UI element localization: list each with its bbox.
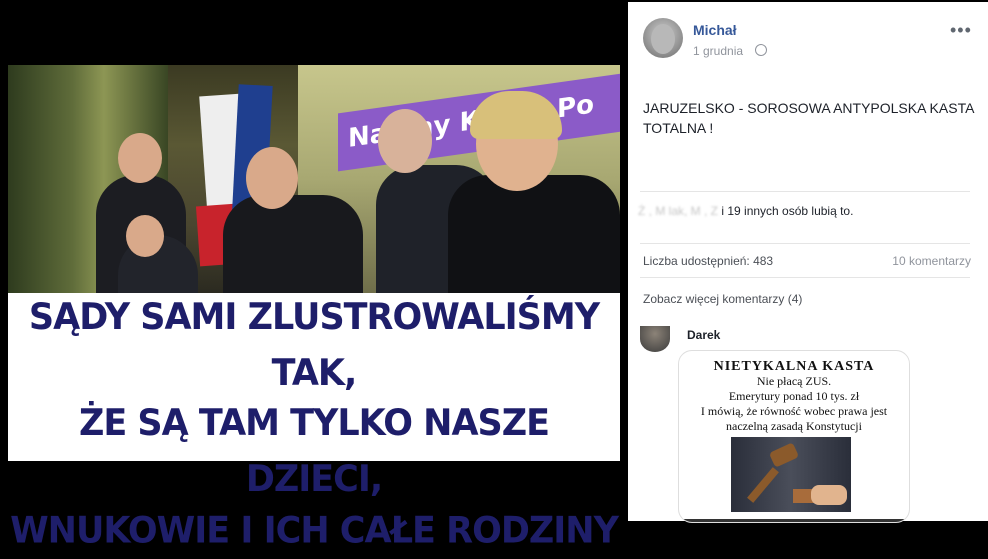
avatar-face bbox=[651, 24, 675, 54]
person-figure bbox=[448, 175, 620, 293]
post-text: JARUZELSKO - SOROSOWA ANTYPOLSKA KASTA T… bbox=[643, 100, 974, 136]
globe-icon bbox=[755, 44, 767, 56]
card-title: NIETYKALNA KASTA bbox=[713, 359, 875, 374]
photo-caption: SĄDY SAMI ZLUSTROWALIŚMY TAK, ŻE SĄ TAM … bbox=[8, 293, 620, 552]
caption-line: ŻE SĄ TAM TYLKO NASZE DZIECI, bbox=[78, 402, 550, 501]
card-line: Nie płacą ZUS. bbox=[756, 374, 832, 388]
comment-image-card[interactable]: NIETYKALNA KASTA Nie płacą ZUS. Emerytur… bbox=[678, 350, 910, 523]
card-line: I mówią, że równość wobec prawa jest bbox=[700, 404, 888, 418]
author-name[interactable]: Michał bbox=[693, 22, 737, 38]
author-avatar[interactable] bbox=[643, 18, 683, 58]
divider bbox=[640, 277, 970, 278]
person-head bbox=[378, 109, 432, 173]
post-date[interactable]: 1 grudnia bbox=[693, 44, 743, 58]
view-more-comments-link[interactable]: Zobacz więcej komentarzy (4) bbox=[643, 292, 802, 306]
person-figure bbox=[223, 195, 363, 293]
person-head bbox=[126, 215, 164, 257]
card-line: Emerytury ponad 10 tys. zł bbox=[728, 389, 860, 403]
person-head bbox=[246, 147, 298, 209]
post-side-panel: Michał 1 grudnia ••• JARUZELSKO - SOROSO… bbox=[628, 2, 988, 523]
likers-suffix[interactable]: i 19 innych osób lubią to. bbox=[721, 204, 853, 218]
hand-icon bbox=[811, 485, 847, 505]
divider bbox=[640, 243, 970, 244]
commenter-avatar[interactable] bbox=[640, 326, 670, 352]
shares-count[interactable]: Liczba udostępnień: 483 bbox=[643, 254, 773, 268]
caption-line: SĄDY SAMI ZLUSTROWALIŚMY TAK, bbox=[28, 296, 600, 395]
likers-names[interactable]: Ż , M lak, M , Z bbox=[638, 204, 721, 218]
gavel-head-icon bbox=[768, 442, 800, 468]
post-photo[interactable]: Nad ny Ko ów Po bbox=[8, 65, 620, 293]
gavel-illustration bbox=[731, 437, 851, 512]
divider bbox=[640, 191, 970, 192]
gavel-handle-icon bbox=[747, 467, 779, 503]
comments-count[interactable]: 10 komentarzy bbox=[892, 254, 971, 268]
card-line: naczelną zasadą Konstytucji bbox=[726, 419, 862, 433]
card-body: Nie płacą ZUS. Emerytury ponad 10 tys. z… bbox=[679, 374, 909, 434]
likes-summary[interactable]: Ż , M lak, M , Z i 19 innych osób lubią … bbox=[638, 201, 973, 221]
photo-viewer-stage: Nad ny Ko ów Po SĄDY SAMI ZLUSTROWALIŚMY… bbox=[0, 0, 628, 552]
more-options-icon[interactable]: ••• bbox=[950, 20, 972, 41]
commenter-name[interactable]: Darek bbox=[687, 328, 720, 342]
caption-line: WNUKOWIE I ICH CAŁE RODZINY bbox=[10, 509, 619, 552]
person-head bbox=[118, 133, 162, 183]
